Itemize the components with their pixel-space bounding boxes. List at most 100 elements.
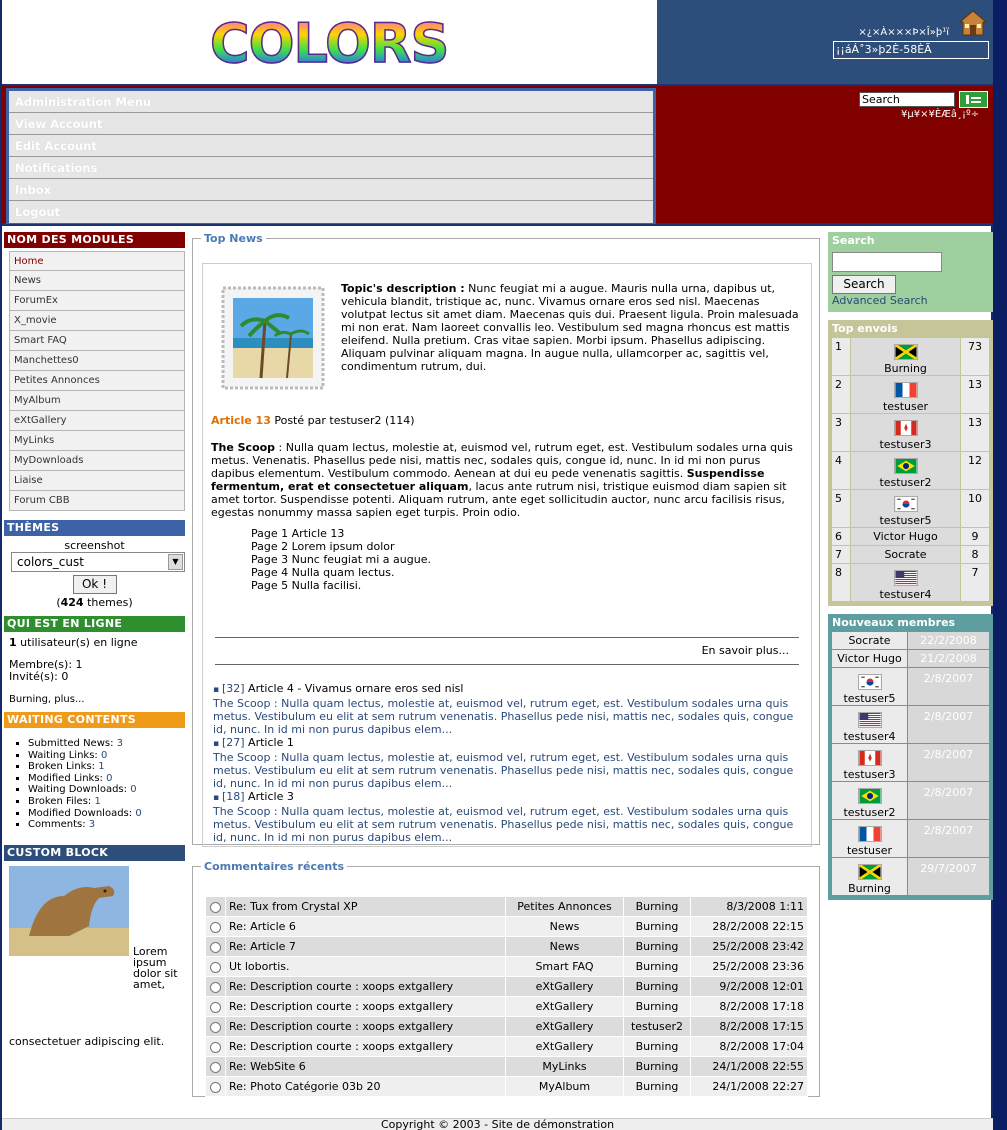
comment-row[interactable]: Re: Article 6 News Burning 28/2/2008 22:15 <box>205 916 808 937</box>
module-link-smart-faq[interactable]: Smart FAQ <box>9 331 185 351</box>
comment-module[interactable]: MyLinks <box>505 1056 624 1077</box>
module-link-myalbum[interactable]: MyAlbum <box>9 391 185 411</box>
top-poster-user[interactable]: testuser3 <box>850 414 961 451</box>
comment-user[interactable]: Burning <box>623 976 691 997</box>
waiting-item[interactable]: Modified Downloads: 0 <box>28 808 185 820</box>
comment-user[interactable]: Burning <box>623 996 691 1017</box>
comment-title-link[interactable]: Ut lobortis. <box>225 956 506 977</box>
comment-title-link[interactable]: Re: Description courte : xoops extgaller… <box>225 1016 506 1037</box>
waiting-item[interactable]: Comments: 3 <box>28 819 185 831</box>
comment-row[interactable]: Re: Tux from Crystal XP Petites Annonces B… <box>205 896 808 917</box>
theme-ok-button[interactable]: Ok ! <box>72 575 117 594</box>
top-poster-user[interactable]: Burning <box>850 338 961 375</box>
comment-row[interactable]: Re: WebSite 6 MyLinks Burning 24/1/2008 22:… <box>205 1056 808 1077</box>
comment-user[interactable]: Burning <box>623 896 691 917</box>
article-title-link[interactable]: Article 13 <box>211 414 271 427</box>
new-member-user[interactable]: testuser4 <box>832 706 908 743</box>
menu-item-inbox[interactable]: Inbox <box>9 179 653 201</box>
comment-title-link[interactable]: Re: Photo Catégorie 03b 20 <box>225 1076 506 1097</box>
module-link-home[interactable]: Home <box>9 251 185 271</box>
top-poster-user[interactable]: testuser5 <box>850 490 961 527</box>
waiting-item[interactable]: Broken Links: 1 <box>28 761 185 773</box>
chevron-down-icon[interactable]: ▼ <box>168 554 183 570</box>
module-link-petites-annonces[interactable]: Petites Annonces <box>9 371 185 391</box>
comment-title-link[interactable]: Re: WebSite 6 <box>225 1056 506 1077</box>
comment-user[interactable]: Burning <box>623 916 691 937</box>
comment-title-link[interactable]: Re: Tux from Crystal XP <box>225 896 506 917</box>
header-link-text[interactable]: ×¿×À×××Þ×Î»þ¹ï <box>858 27 949 38</box>
menu-item-notifications[interactable]: Notifications <box>9 157 653 179</box>
article-page-link[interactable]: Page 1 Article 13 <box>251 527 431 540</box>
comment-user[interactable]: Burning <box>623 1056 691 1077</box>
menu-item-admin[interactable]: Administration Menu <box>9 91 653 113</box>
comment-row[interactable]: Re: Description courte : xoops extgaller… <box>205 1016 808 1037</box>
news-id-link[interactable]: [27] <box>222 736 245 749</box>
comment-module[interactable]: News <box>505 936 624 957</box>
module-link-news[interactable]: News <box>9 271 185 291</box>
top-search-input[interactable]: Search <box>859 92 955 107</box>
top-search-button[interactable] <box>959 91 988 108</box>
comment-module[interactable]: eXtGallery <box>505 1016 624 1037</box>
article-page-link[interactable]: Page 4 Nulla quam lectus. <box>251 566 431 579</box>
article-page-link[interactable]: Page 5 Nulla facilisi. <box>251 579 431 592</box>
comment-module[interactable]: News <box>505 916 624 937</box>
comment-user[interactable]: Burning <box>623 1076 691 1097</box>
waiting-item[interactable]: Modified Links: 0 <box>28 773 185 785</box>
news-list-item[interactable]: [27] Article 1 <box>213 736 803 751</box>
module-link-mylinks[interactable]: MyLinks <box>9 431 185 451</box>
new-member-user[interactable]: Burning <box>832 858 908 895</box>
module-link-manchettes[interactable]: Manchettes0 <box>9 351 185 371</box>
comment-row[interactable]: Re: Description courte : xoops extgaller… <box>205 976 808 997</box>
read-more-link[interactable]: En savoir plus... <box>702 644 789 657</box>
comment-row[interactable]: Re: Description courte : xoops extgaller… <box>205 996 808 1017</box>
comment-row[interactable]: Ut lobortis. Smart FAQ Burning 25/2/2008 23… <box>205 956 808 977</box>
news-id-link[interactable]: [32] <box>222 682 245 695</box>
new-member-user[interactable]: Victor Hugo <box>832 650 908 667</box>
search-input[interactable] <box>832 252 942 272</box>
module-link-x-movie[interactable]: X_movie <box>9 311 185 331</box>
module-link-extgallery[interactable]: eXtGallery <box>9 411 185 431</box>
module-link-forumex[interactable]: ForumEx <box>9 291 185 311</box>
comment-module[interactable]: eXtGallery <box>505 976 624 997</box>
news-id-link[interactable]: [18] <box>222 790 245 803</box>
new-member-user[interactable]: testuser <box>832 820 908 857</box>
menu-item-logout[interactable]: Logout <box>9 201 653 223</box>
waiting-item[interactable]: Broken Files: 1 <box>28 796 185 808</box>
comment-row[interactable]: Re: Article 7 News Burning 25/2/2008 23:42 <box>205 936 808 957</box>
comment-title-link[interactable]: Re: Description courte : xoops extgaller… <box>225 976 506 997</box>
comment-user[interactable]: testuser2 <box>623 1016 691 1037</box>
search-button[interactable]: Search <box>832 275 896 294</box>
comment-module[interactable]: Petites Annonces <box>505 896 624 917</box>
new-member-user[interactable]: testuser2 <box>832 782 908 819</box>
news-list-item[interactable]: [32] Article 4 - Vivamus ornare eros sed… <box>213 682 803 697</box>
comment-title-link[interactable]: Re: Description courte : xoops extgaller… <box>225 1036 506 1057</box>
new-member-user[interactable]: testuser3 <box>832 744 908 781</box>
comment-module[interactable]: Smart FAQ <box>505 956 624 977</box>
comment-title-link[interactable]: Re: Description courte : xoops extgaller… <box>225 996 506 1017</box>
menu-item-edit-account[interactable]: Edit Account <box>9 135 653 157</box>
waiting-item[interactable]: Waiting Links: 0 <box>28 750 185 762</box>
waiting-item[interactable]: Waiting Downloads: 0 <box>28 784 185 796</box>
comment-user[interactable]: Burning <box>623 936 691 957</box>
news-list-item[interactable]: [18] Article 3 <box>213 790 803 805</box>
site-logo[interactable]: COLORS <box>209 11 450 76</box>
advanced-search-link[interactable]: Advanced Search <box>832 294 989 307</box>
menu-item-view-account[interactable]: View Account <box>9 113 653 135</box>
waiting-item[interactable]: Submitted News: 3 <box>28 738 185 750</box>
top-poster-user[interactable]: testuser <box>850 376 961 413</box>
top-poster-user[interactable]: testuser2 <box>850 452 961 489</box>
comment-user[interactable]: Burning <box>623 956 691 977</box>
top-poster-user[interactable]: Socrate <box>850 546 961 563</box>
article-page-link[interactable]: Page 2 Lorem ipsum dolor <box>251 540 431 553</box>
online-users-link[interactable]: Burning, plus... <box>9 694 180 706</box>
comment-module[interactable]: eXtGallery <box>505 996 624 1017</box>
article-page-link[interactable]: Page 3 Nunc feugiat mi a augue. <box>251 553 431 566</box>
comment-module[interactable]: eXtGallery <box>505 1036 624 1057</box>
home-icon[interactable] <box>959 10 987 36</box>
comment-row[interactable]: Re: Description courte : xoops extgaller… <box>205 1036 808 1057</box>
comment-user[interactable]: Burning <box>623 1036 691 1057</box>
comment-title-link[interactable]: Re: Article 7 <box>225 936 506 957</box>
module-link-mydownloads[interactable]: MyDownloads <box>9 451 185 471</box>
theme-select[interactable]: colors_cust ▼ <box>11 552 185 572</box>
module-link-liaise[interactable]: Liaise <box>9 471 185 491</box>
